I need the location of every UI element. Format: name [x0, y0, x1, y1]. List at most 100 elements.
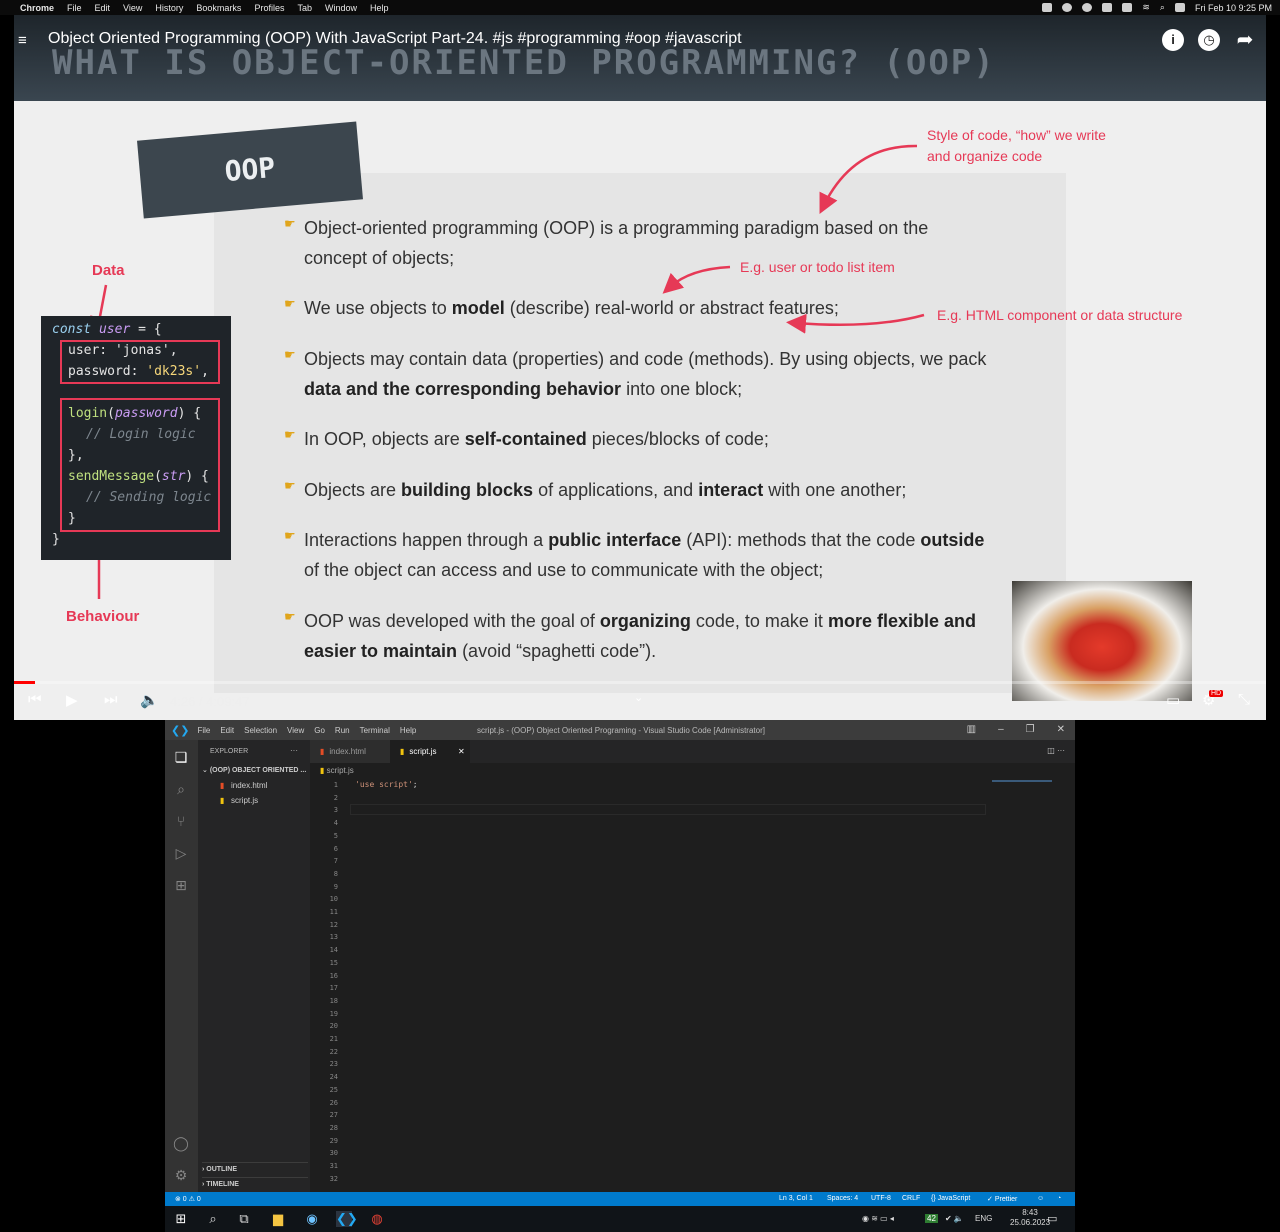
wifi-icon[interactable]: ≋	[1142, 2, 1150, 13]
browser-icon[interactable]: ◉	[304, 1211, 320, 1227]
line-number: 5	[333, 831, 338, 840]
taskbar-clock[interactable]: 8:43 25.06.2023	[1010, 1208, 1050, 1228]
outline-panel[interactable]: › OUTLINE	[202, 1162, 308, 1173]
menubar-clock[interactable]: Fri Feb 10 9:25 PM	[1195, 3, 1272, 13]
tray-telegram-icon[interactable]	[1062, 3, 1073, 12]
tray-record-icon[interactable]	[1082, 3, 1093, 12]
control-center-icon[interactable]	[1174, 3, 1185, 12]
menu-help[interactable]: Help	[370, 3, 389, 13]
search-icon[interactable]: ⌕	[172, 780, 190, 798]
indentation[interactable]: Spaces: 4	[827, 1195, 858, 1202]
previous-icon[interactable]: ⏮	[28, 691, 42, 708]
search-icon[interactable]: ⌕	[205, 1211, 221, 1227]
feedback-icon[interactable]: ☺	[1037, 1195, 1044, 1202]
line-number: 23	[329, 1060, 338, 1069]
js-file-icon: ▮	[320, 766, 325, 775]
vs-menu-selection[interactable]: Selection	[244, 726, 277, 735]
close-tab-icon[interactable]: ✕	[458, 740, 465, 763]
explorer-icon[interactable]: ❏	[172, 748, 190, 766]
folder-item[interactable]: ⌄ (OOP) OBJECT ORIENTED ...	[202, 766, 306, 774]
spotlight-search-icon[interactable]: ⌕	[1160, 2, 1165, 13]
tray-icons[interactable]: ◉ ≋ ▭ ◂	[862, 1214, 894, 1223]
chevron-down-icon[interactable]: ⌄	[634, 691, 643, 704]
prettier-status[interactable]: ✓ Prettier	[987, 1195, 1017, 1203]
volume-icon[interactable]: 🔈	[140, 691, 159, 709]
minimap[interactable]	[992, 780, 1052, 782]
exit-fullscreen-icon[interactable]: ⤡	[1238, 691, 1250, 708]
source-control-icon[interactable]: ⑂	[172, 812, 190, 830]
extensions-icon[interactable]: ⊞	[172, 876, 190, 894]
line-number: 4	[333, 819, 338, 828]
vscode-titlebar: ❮❯ File Edit Selection View Go Run Termi…	[165, 720, 1075, 740]
code-line-10: }	[52, 532, 60, 547]
restore-icon[interactable]: ❐	[1026, 724, 1035, 735]
account-icon[interactable]: ◯	[172, 1134, 190, 1152]
menu-history[interactable]: History	[155, 3, 183, 13]
vscode-taskbar-icon[interactable]: ❮❯	[336, 1211, 358, 1227]
action-center-icon[interactable]: ▭	[1047, 1212, 1057, 1225]
vs-menu-help[interactable]: Help	[400, 726, 416, 735]
play-icon[interactable]: ▶	[66, 691, 78, 709]
breadcrumb[interactable]: ▮ script.js	[320, 766, 354, 775]
vs-menu-edit[interactable]: Edit	[220, 726, 234, 735]
end-of-line[interactable]: CRLF	[902, 1195, 920, 1202]
task-view-icon[interactable]: ⧉	[236, 1211, 252, 1227]
line-number: 29	[329, 1136, 338, 1145]
menu-file[interactable]: File	[67, 3, 82, 13]
vs-menu-view[interactable]: View	[287, 726, 304, 735]
battery-level[interactable]: 42	[925, 1214, 938, 1223]
more-actions-icon[interactable]: ···	[290, 746, 298, 755]
windows-taskbar: ⊞ ⌕ ⧉ ▆ ◉ ❮❯ ◍ ◉ ≋ ▭ ◂ 42 ✔ 🔈 ENG 8:43 25…	[165, 1206, 1075, 1232]
manage-gear-icon[interactable]: ⚙	[172, 1166, 190, 1184]
input-language[interactable]: ENG	[975, 1214, 992, 1223]
tab-index-html[interactable]: ▮ index.html	[310, 740, 390, 763]
close-icon[interactable]: ✕	[1057, 724, 1065, 735]
chrome-icon[interactable]: ◍	[369, 1211, 385, 1227]
menu-window[interactable]: Window	[325, 3, 357, 13]
encoding[interactable]: UTF-8	[871, 1195, 891, 1202]
vs-menu-go[interactable]: Go	[314, 726, 325, 735]
line-number: 26	[329, 1098, 338, 1107]
video-player[interactable]: WHAT IS OBJECT-ORIENTED PROGRAMMING? (OO…	[14, 15, 1266, 720]
tray-keyboard-icon[interactable]	[1102, 3, 1113, 12]
notifications-bell-icon[interactable]: ◔	[1057, 1195, 1061, 1202]
subtitles-icon[interactable]: ▭	[1166, 691, 1180, 709]
tab-label: index.html	[329, 747, 366, 756]
next-icon[interactable]: ⏭	[104, 691, 118, 708]
timeline-panel[interactable]: › TIMELINE	[202, 1177, 308, 1188]
file-explorer-icon[interactable]: ▆	[270, 1211, 286, 1227]
layout-toggle-icon[interactable]: ▥	[967, 724, 976, 735]
cursor-position[interactable]: Ln 3, Col 1	[779, 1195, 813, 1202]
progress-bar[interactable]	[14, 681, 1266, 684]
vs-menu-run[interactable]: Run	[335, 726, 350, 735]
vs-menu-file[interactable]: File	[197, 726, 210, 735]
behaviour-highlight-box	[60, 398, 220, 532]
breadcrumb-file: script.js	[326, 766, 354, 775]
html-file-icon: ▮	[220, 781, 225, 790]
split-editor-icon[interactable]: ◫ ···	[1047, 746, 1065, 755]
hd-badge: HD	[1209, 690, 1224, 697]
line-number: 17	[329, 984, 338, 993]
vs-menu-terminal[interactable]: Terminal	[360, 726, 390, 735]
file-script-js[interactable]: ▮ script.js	[220, 796, 258, 805]
problems-indicator[interactable]: ⊗ 0 ⚠ 0	[175, 1195, 201, 1203]
minimize-icon[interactable]: –	[998, 724, 1004, 735]
clock-time: 8:43	[1022, 1208, 1038, 1217]
file-index-html[interactable]: ▮ index.html	[220, 781, 267, 790]
menu-edit[interactable]: Edit	[95, 3, 111, 13]
battery-icon[interactable]	[1122, 3, 1133, 12]
network-volume-icons[interactable]: ✔ 🔈	[945, 1214, 964, 1223]
menu-app-chrome[interactable]: Chrome	[20, 3, 54, 13]
menu-bookmarks[interactable]: Bookmarks	[196, 3, 241, 13]
menu-view[interactable]: View	[123, 3, 142, 13]
menu-tab[interactable]: Tab	[297, 3, 312, 13]
windows-start-icon[interactable]: ⊞	[173, 1211, 189, 1227]
tray-app-icon[interactable]	[1042, 3, 1053, 12]
language-mode[interactable]: {} JavaScript	[931, 1195, 970, 1202]
menu-profiles[interactable]: Profiles	[254, 3, 284, 13]
clock-date: 25.06.2023	[1010, 1218, 1051, 1227]
run-debug-icon[interactable]: ▷	[172, 844, 190, 862]
line-number: 12	[329, 920, 338, 929]
code-editor[interactable]: 1 2 3 4 5 6 7 8 9 10 11 12 13 14 15 16 17 18 19 20 21 22 23 24 2…	[310, 778, 1075, 1192]
tab-script-js[interactable]: ▮ script.js ✕	[390, 740, 470, 763]
